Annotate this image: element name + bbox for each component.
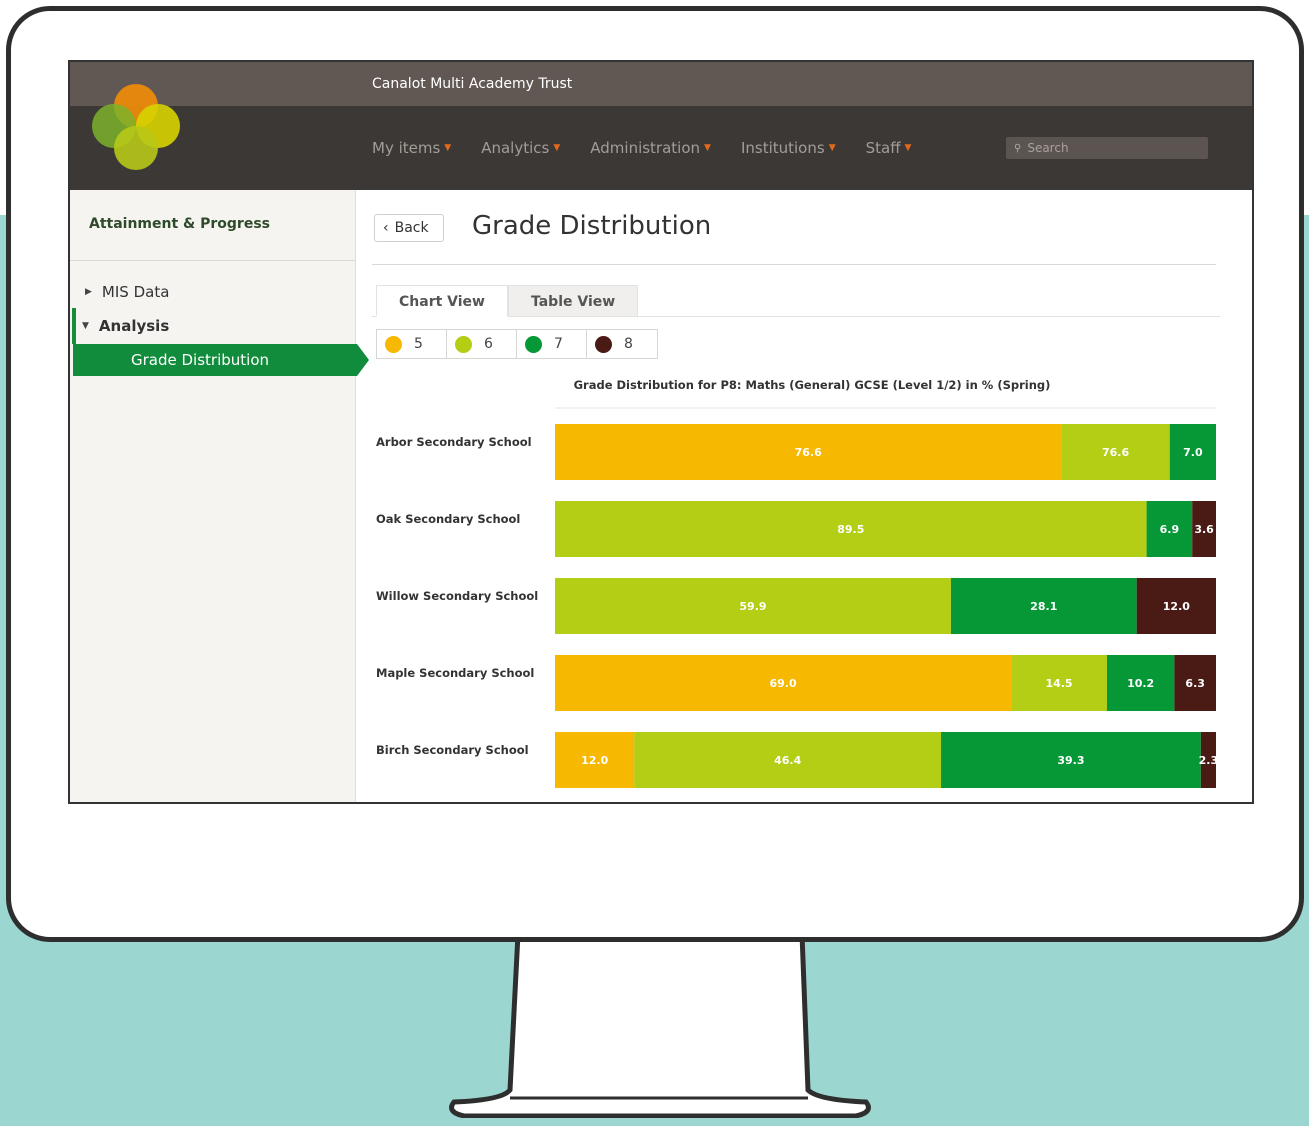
data-label: 39.3 — [1057, 754, 1084, 767]
category-label: Oak Secondary School — [376, 512, 520, 526]
data-label: 7.0 — [1183, 446, 1203, 459]
category-label: Birch Secondary School — [376, 743, 529, 757]
data-label: 76.6 — [795, 446, 822, 459]
category-label: Maple Secondary School — [376, 666, 534, 680]
data-label: 46.4 — [774, 754, 801, 767]
data-label: 76.6 — [1102, 446, 1129, 459]
data-label: 6.9 — [1160, 523, 1180, 536]
category-label: Arbor Secondary School — [376, 435, 532, 449]
data-label: 6.3 — [1185, 677, 1205, 690]
data-label: 3.6 — [1194, 523, 1214, 536]
data-label: 59.9 — [739, 600, 766, 613]
app-screen: Canalot Multi Academy Trust My items ▼ An… — [68, 60, 1254, 804]
data-label: 28.1 — [1030, 600, 1057, 613]
data-label: 69.0 — [769, 677, 796, 690]
data-label: 89.5 — [837, 523, 864, 536]
data-label: 2.3 — [1199, 754, 1219, 767]
data-label: 12.0 — [1163, 600, 1190, 613]
monitor-stand — [449, 931, 871, 1118]
data-label: 14.5 — [1045, 677, 1072, 690]
category-label: Willow Secondary School — [376, 589, 538, 603]
data-label: 10.2 — [1127, 677, 1154, 690]
grade-distribution-chart: Arbor Secondary School 76.6 76.6 7.0 Oak Sec… — [376, 407, 1219, 788]
data-label: 12.0 — [581, 754, 608, 767]
